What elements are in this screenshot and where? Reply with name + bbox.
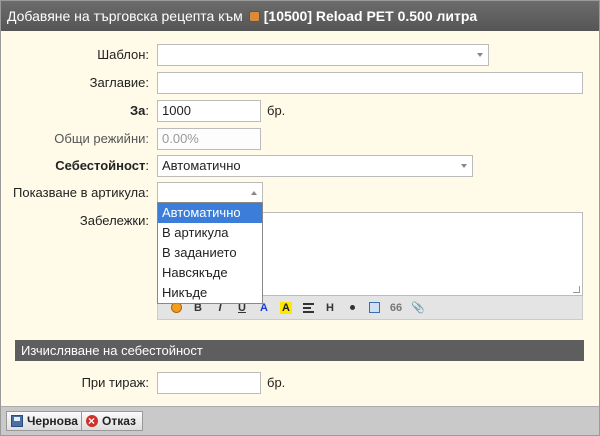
dialog-title: Добавяне на търговска рецепта към xyxy=(7,8,243,24)
dropdown-option[interactable]: Автоматично xyxy=(158,203,262,223)
chevron-up-icon xyxy=(251,191,257,195)
print-run-row: При тираж: бр. xyxy=(1,372,599,394)
template-label: Шаблон: xyxy=(97,47,149,62)
highlight-icon[interactable]: A xyxy=(276,299,296,317)
chevron-down-icon xyxy=(461,164,467,168)
print-run-input[interactable] xyxy=(157,372,261,394)
resize-handle-icon[interactable] xyxy=(573,286,580,293)
dialog-footer: Чернова Отказ xyxy=(1,406,599,435)
quantity-label: За: xyxy=(130,103,149,118)
chevron-down-icon xyxy=(477,53,483,57)
show-in-item-select[interactable] xyxy=(157,182,263,203)
bullet-icon[interactable] xyxy=(342,299,362,317)
show-in-item-dropdown: Автоматично В артикула В заданието Нався… xyxy=(157,202,263,304)
template-select[interactable] xyxy=(157,44,489,66)
quantity-input[interactable]: 1000 xyxy=(157,100,261,122)
template-row: Шаблон: xyxy=(1,44,599,66)
dropdown-option[interactable]: Навсякъде xyxy=(158,263,262,283)
dropdown-option[interactable]: Никъде xyxy=(158,283,262,303)
dialog-titlebar: Добавяне на търговска рецепта към [10500… xyxy=(1,1,599,31)
dropdown-option[interactable]: В заданието xyxy=(158,243,262,263)
show-in-item-label: Показване в артикула: xyxy=(13,185,149,200)
product-icon xyxy=(248,10,260,22)
name-label: Заглавие: xyxy=(89,75,149,90)
cost-calculation-section: Изчисляване на себестойност xyxy=(15,340,584,361)
print-run-label: При тираж: xyxy=(81,375,149,390)
name-row: Заглавие: xyxy=(1,72,599,94)
cancel-icon xyxy=(86,412,98,430)
quantity-unit: бр. xyxy=(267,103,286,118)
recipe-dialog: Добавяне на търговска рецепта към [10500… xyxy=(0,0,600,436)
show-in-item-row: Показване в артикула: xyxy=(1,182,599,204)
notes-label: Забележки: xyxy=(79,213,149,228)
dropdown-option[interactable]: В артикула xyxy=(158,223,262,243)
cost-select[interactable]: Автоматично xyxy=(157,155,473,177)
quantity-row: За: 1000 бр. xyxy=(1,100,599,122)
cost-row: Себестойност: Автоматично xyxy=(1,155,599,177)
heading-icon[interactable]: H xyxy=(320,299,340,317)
print-run-unit: бр. xyxy=(267,375,286,390)
overhead-label: Общи режийни: xyxy=(54,131,149,146)
cancel-button[interactable]: Отказ xyxy=(81,411,144,431)
product-title: [10500] Reload PET 0.500 литра xyxy=(263,8,478,24)
save-icon xyxy=(11,415,23,427)
quote-icon[interactable]: 66 xyxy=(386,299,406,317)
draft-button[interactable]: Чернова xyxy=(6,411,85,431)
overhead-input[interactable]: 0.00% xyxy=(157,128,261,150)
name-input[interactable] xyxy=(157,72,583,94)
align-icon[interactable] xyxy=(298,299,318,317)
attach-icon[interactable]: 📎 xyxy=(408,299,428,317)
cost-label: Себестойност: xyxy=(55,158,149,173)
table-icon[interactable] xyxy=(364,299,384,317)
overhead-row: Общи режийни: 0.00% xyxy=(1,128,599,150)
